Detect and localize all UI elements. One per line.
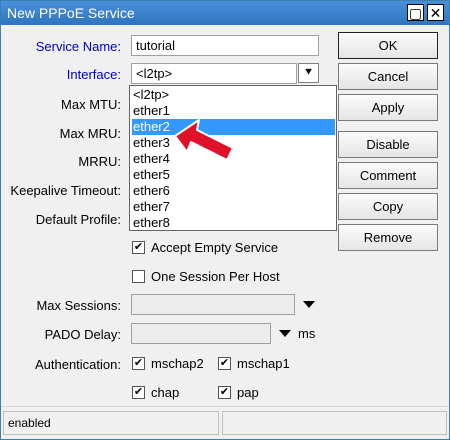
remove-button[interactable]: Remove <box>338 224 438 251</box>
mschap2-label: mschap2 <box>151 356 204 371</box>
mschap1-label: mschap1 <box>237 356 290 371</box>
keepalive-timeout-label: Keepalive Timeout: <box>10 183 121 198</box>
pap-checkbox[interactable]: ✔ <box>218 386 231 399</box>
authentication-label: Authentication: <box>34 357 121 372</box>
one-session-per-host-checkbox[interactable] <box>132 270 145 283</box>
option-ether7[interactable]: ether7 <box>132 199 335 215</box>
status-panel <box>222 411 447 435</box>
max-sessions-label: Max Sessions: <box>36 298 121 313</box>
apply-button[interactable]: Apply <box>338 94 438 121</box>
default-profile-label: Default Profile: <box>35 212 121 227</box>
max-mru-label: Max MRU: <box>59 126 121 141</box>
pado-delay-dropdown-icon[interactable] <box>279 330 291 337</box>
chevron-down-icon: ⯆ <box>303 65 314 79</box>
pap-label: pap <box>237 385 259 400</box>
mrru-label: MRRU: <box>78 154 121 169</box>
comment-button[interactable]: Comment <box>338 162 438 189</box>
service-name-label: Service Name: <box>35 39 121 54</box>
option-ether8[interactable]: ether8 <box>132 215 335 231</box>
pado-delay-label: PADO Delay: <box>44 327 121 342</box>
restore-button[interactable]: ▢ <box>407 4 424 21</box>
close-button[interactable]: ✕ <box>427 4 444 21</box>
accept-empty-service-label: Accept Empty Service <box>151 240 279 255</box>
max-sessions-dropdown-icon[interactable] <box>303 301 315 308</box>
pado-delay-unit: ms <box>298 326 316 341</box>
accept-empty-service-checkbox[interactable]: ✔ <box>132 241 145 254</box>
ok-button[interactable]: OK <box>338 32 438 59</box>
pado-delay-input[interactable] <box>131 323 271 344</box>
mschap1-checkbox[interactable]: ✔ <box>218 357 231 370</box>
option-ether5[interactable]: ether5 <box>132 167 335 183</box>
title-bar: New PPPoE Service ▢ ✕ <box>1 1 449 25</box>
window: New PPPoE Service ▢ ✕ Service Name: tuto… <box>0 0 450 440</box>
max-mtu-label: Max MTU: <box>61 97 121 112</box>
mschap2-checkbox[interactable]: ✔ <box>132 357 145 370</box>
option-ether6[interactable]: ether6 <box>132 183 335 199</box>
interface-label: Interface: <box>66 67 121 82</box>
option-l2tp[interactable]: <l2tp> <box>132 87 335 103</box>
disable-button[interactable]: Disable <box>338 131 438 158</box>
interface-dropdown-button[interactable]: ⯆ <box>298 63 319 83</box>
max-sessions-input[interactable] <box>131 294 295 315</box>
pointer-arrow-icon <box>174 119 234 161</box>
service-name-input[interactable]: tutorial <box>131 35 319 56</box>
one-session-per-host-label: One Session Per Host <box>151 269 280 284</box>
cancel-button[interactable]: Cancel <box>338 63 438 90</box>
chap-label: chap <box>151 385 180 400</box>
window-title: New PPPoE Service <box>7 5 135 21</box>
copy-button[interactable]: Copy <box>338 193 438 220</box>
interface-select[interactable]: <l2tp> <box>131 63 297 84</box>
status-separator <box>1 406 449 407</box>
status-text: enabled <box>3 411 219 435</box>
chap-checkbox[interactable]: ✔ <box>132 386 145 399</box>
